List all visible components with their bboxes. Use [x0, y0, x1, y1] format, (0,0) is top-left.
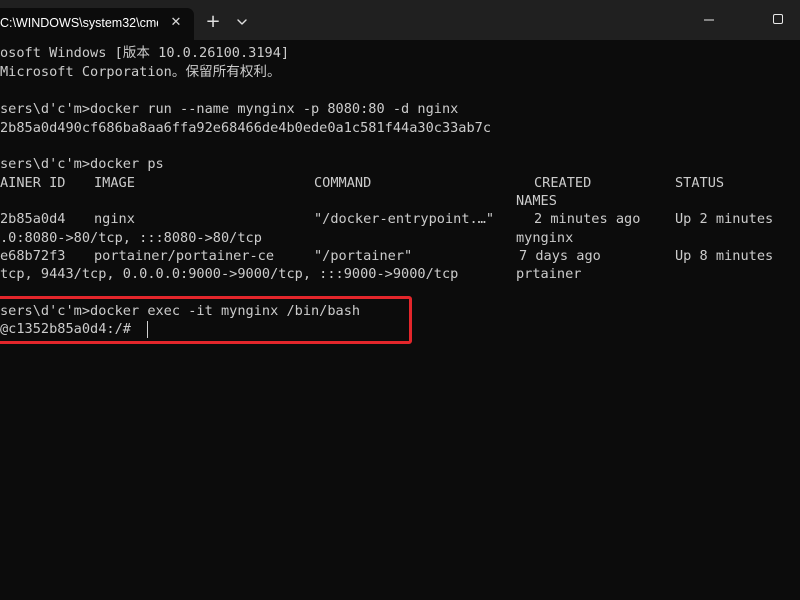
command-docker-run: sers\d'c'm>docker run --name mynginx -p … [0, 101, 459, 117]
row1-created: 2 minutes ago [534, 211, 641, 227]
row2-image: portainer/portainer-ce [94, 248, 275, 264]
row1-container-id: 2b85a0d4 [0, 211, 66, 227]
row2-status: Up 8 minutes [675, 248, 774, 264]
tab-title: C:\WINDOWS\system32\cmd.e [0, 16, 158, 30]
header-names: NAMES [516, 193, 557, 209]
minimize-icon [704, 19, 714, 21]
command-docker-ps: sers\d'c'm>docker ps [0, 156, 164, 172]
row1-image: nginx [94, 211, 135, 227]
maximize-button[interactable] [754, 0, 800, 40]
row1-command: "/docker-entrypoint.…" [314, 211, 495, 227]
new-tab-button[interactable]: + [201, 10, 225, 34]
terminal-window: C:\WINDOWS\system32\cmd.e ✕ + osoft Wind… [0, 0, 800, 600]
header-created: CREATED [534, 175, 592, 191]
tab-cmd[interactable]: C:\WINDOWS\system32\cmd.e ✕ [0, 8, 194, 40]
row2-container-id: e68b72f3 [0, 248, 66, 264]
title-bar[interactable]: C:\WINDOWS\system32\cmd.e ✕ + [0, 0, 800, 40]
dropdown-button[interactable] [230, 10, 254, 34]
minimize-button[interactable] [686, 0, 732, 40]
row1-names: mynginx [516, 230, 574, 246]
row2-created: 7 days ago [519, 248, 601, 264]
highlight-annotation-box [0, 296, 412, 344]
maximize-icon [773, 14, 783, 24]
row2-command: "/portainer" [314, 248, 413, 264]
banner-line-version: osoft Windows [版本 10.0.26100.3194] [0, 45, 290, 61]
header-container-id: AINER ID [0, 175, 66, 191]
row2-names: prtainer [516, 266, 582, 282]
row2-ports: tcp, 9443/tcp, 0.0.0.0:9000->9000/tcp, :… [0, 266, 459, 282]
chevron-down-icon [237, 19, 247, 25]
header-command: COMMAND [314, 175, 372, 191]
banner-line-copyright: Microsoft Corporation。保留所有权利。 [0, 64, 281, 80]
close-tab-icon[interactable]: ✕ [166, 13, 186, 33]
run-output-container-id: 2b85a0d490cf686ba8aa6ffa92e68466de4b0ede… [0, 120, 492, 136]
row1-status: Up 2 minutes [675, 211, 774, 227]
row1-ports: .0:8080->80/tcp, :::8080->80/tcp [0, 230, 262, 246]
terminal-output[interactable]: osoft Windows [版本 10.0.26100.3194] Micro… [0, 40, 800, 600]
header-status: STATUS [675, 175, 725, 191]
header-image: IMAGE [94, 175, 135, 191]
